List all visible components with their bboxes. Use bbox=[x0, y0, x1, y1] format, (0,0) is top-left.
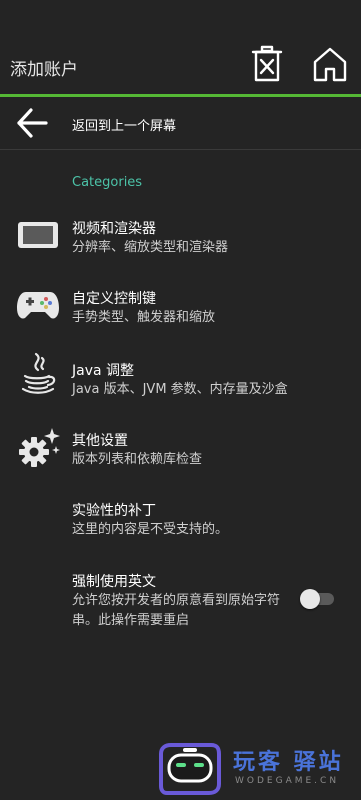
item-summary: 这里的内容是不受支持的。 bbox=[72, 522, 229, 537]
item-custom-controls[interactable]: 自定义控制键 手势类型、触发器和缩放 bbox=[0, 288, 361, 334]
item-experimental-patches[interactable]: 实验性的补丁 这里的内容是不受支持的。 bbox=[0, 500, 361, 546]
gamepad-icon bbox=[14, 280, 62, 328]
item-title: 实验性的补丁 bbox=[72, 503, 156, 519]
app-bar: 添加账户 bbox=[0, 0, 361, 94]
item-summary: 版本列表和依赖库检查 bbox=[72, 452, 203, 467]
robot-logo-icon bbox=[159, 743, 221, 795]
java-icon bbox=[14, 350, 62, 398]
toggle-thumb bbox=[300, 589, 320, 609]
divider bbox=[0, 149, 361, 150]
item-summary: 允许您按开发者的原意看到原始字符串。此操作需要重启 bbox=[72, 593, 281, 628]
item-video-renderer[interactable]: 视频和渲染器 分辨率、缩放类型和渲染器 bbox=[0, 218, 361, 264]
watermark: 玩客 驿站 WODEGAME.CN bbox=[155, 742, 361, 800]
monitor-icon bbox=[14, 212, 62, 260]
back-label: 返回到上一个屏幕 bbox=[72, 119, 177, 134]
item-title: 其他设置 bbox=[72, 433, 128, 449]
watermark-text: 玩客 驿站 bbox=[233, 750, 344, 775]
item-title: Java 调整 bbox=[72, 363, 135, 379]
watermark-sub: WODEGAME.CN bbox=[235, 776, 340, 786]
force-english-toggle[interactable] bbox=[300, 587, 334, 611]
item-title: 强制使用英文 bbox=[72, 574, 156, 590]
item-title: 自定义控制键 bbox=[72, 291, 156, 307]
page-title: 添加账户 bbox=[10, 60, 78, 80]
arrow-left-icon bbox=[17, 108, 48, 138]
back-button[interactable]: 返回到上一个屏幕 bbox=[0, 97, 361, 149]
item-summary: 手势类型、触发器和缩放 bbox=[72, 310, 216, 325]
categories-header: Categories bbox=[72, 175, 143, 190]
trash-icon[interactable] bbox=[247, 44, 287, 84]
item-title: 视频和渲染器 bbox=[72, 221, 156, 237]
settings-gear-icon bbox=[14, 424, 62, 472]
item-java-tweaks[interactable]: Java 调整 Java 版本、JVM 参数、内存量及沙盒 bbox=[0, 352, 361, 406]
item-other-settings[interactable]: 其他设置 版本列表和依赖库检查 bbox=[0, 428, 361, 476]
item-summary: Java 版本、JVM 参数、内存量及沙盒 bbox=[72, 382, 288, 397]
item-summary: 分辨率、缩放类型和渲染器 bbox=[72, 240, 229, 255]
home-icon[interactable] bbox=[310, 44, 350, 84]
